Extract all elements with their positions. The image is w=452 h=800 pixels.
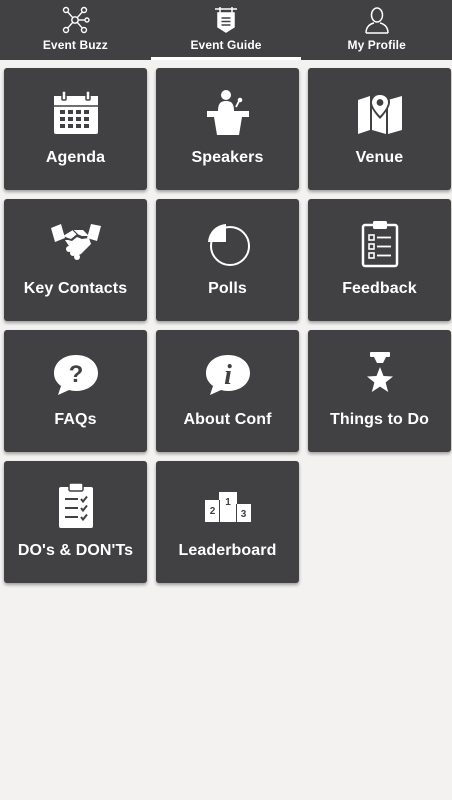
agenda-tile[interactable]: Agenda <box>4 68 147 190</box>
winners-podium-icon: 1 2 3 <box>156 481 299 531</box>
info-bubble-icon: i <box>156 350 299 400</box>
faqs-tile[interactable]: ? FAQs <box>4 330 147 452</box>
key-contacts-tile[interactable]: Key Contacts <box>4 199 147 321</box>
podium-rank-3: 3 <box>240 509 246 520</box>
tile-label: Polls <box>208 280 247 297</box>
tile-label: Venue <box>355 149 404 166</box>
tile-label: Agenda <box>45 149 106 166</box>
svg-text:i: i <box>224 360 232 391</box>
tile-label: Feedback <box>342 280 417 297</box>
tab-event-guide[interactable]: Event Guide <box>150 0 302 60</box>
tab-event-buzz[interactable]: Event Buzz <box>0 0 151 60</box>
checklist-icon <box>4 481 147 531</box>
star-attraction-icon <box>308 350 451 400</box>
tile-label: Key Contacts <box>23 280 128 297</box>
tile-label: FAQs <box>54 411 97 428</box>
dos-and-donts-tile[interactable]: DO's & DON'Ts <box>4 461 147 583</box>
venue-tile[interactable]: Venue <box>308 68 451 190</box>
tab-my-profile[interactable]: My Profile <box>301 0 452 60</box>
active-tab-indicator <box>150 57 302 60</box>
tile-label: About Conf <box>183 411 272 428</box>
top-nav-bar: Event Buzz Event Guide My Profile <box>0 0 452 60</box>
polls-tile[interactable]: Polls <box>156 199 299 321</box>
clipboard-checklist-icon <box>308 219 451 269</box>
user-icon <box>362 5 392 35</box>
things-to-do-tile[interactable]: Things to Do <box>308 330 451 452</box>
tab-label: Event Buzz <box>42 38 108 52</box>
tile-label: Leaderboard <box>178 542 277 559</box>
leaderboard-tile[interactable]: 1 2 3 Leaderboard <box>156 461 299 583</box>
handshake-icon <box>4 219 147 269</box>
pie-chart-icon <box>156 219 299 269</box>
svg-text:?: ? <box>68 361 83 388</box>
about-conf-tile[interactable]: i About Conf <box>156 330 299 452</box>
tile-label: Things to Do <box>330 411 429 428</box>
tab-label: Event Guide <box>190 38 262 52</box>
tab-label: My Profile <box>347 38 406 52</box>
podium-rank-1: 1 <box>225 497 231 508</box>
podium-rank-2: 2 <box>209 506 215 517</box>
speakers-tile[interactable]: Speakers <box>156 68 299 190</box>
tile-label: Speakers <box>191 149 264 166</box>
podium-speaker-icon <box>156 88 299 138</box>
feedback-tile[interactable]: Feedback <box>308 199 451 321</box>
map-pin-icon <box>308 88 451 138</box>
calendar-icon <box>4 88 147 138</box>
question-bubble-icon: ? <box>4 350 147 400</box>
network-icon <box>60 5 91 35</box>
tile-label: DO's & DON'Ts <box>17 542 134 559</box>
signboard-icon <box>211 5 241 35</box>
